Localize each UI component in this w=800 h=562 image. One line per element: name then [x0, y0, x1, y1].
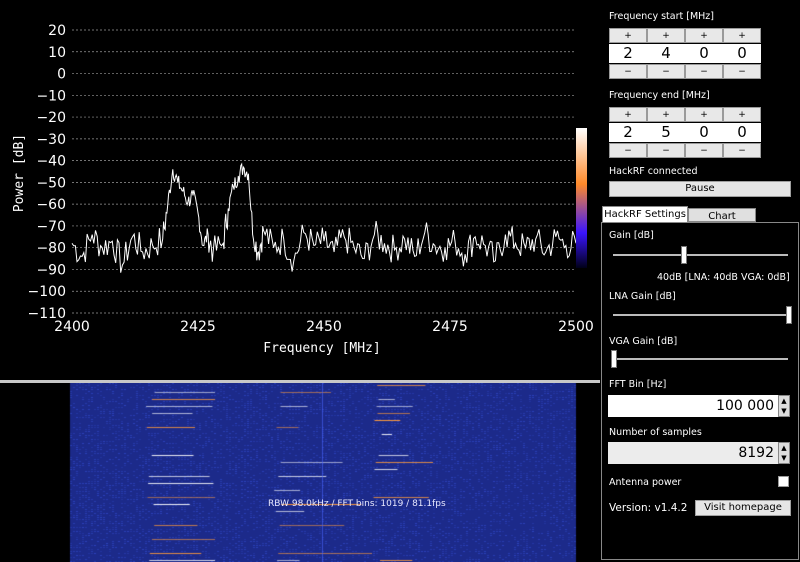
freq-start-plus-button-3[interactable]: +	[685, 28, 723, 43]
tab-chart-options[interactable]: Chart options	[688, 208, 756, 237]
y-tick-label: −30	[36, 132, 66, 148]
waterfall-display: RBW 98.0kHz / FFT bins: 1019 / 81.1fps	[0, 383, 600, 562]
lna-gain-slider[interactable]	[786, 306, 792, 324]
freq-start-minus-button-3[interactable]: −	[685, 64, 723, 79]
freq-start-plus-button-1[interactable]: +	[609, 28, 647, 43]
freq-start-label: Frequency start [MHz]	[609, 11, 714, 22]
y-tick-label: −90	[36, 262, 66, 278]
freq-start-plus-button-4[interactable]: +	[723, 28, 761, 43]
freq-end-plus-button-3[interactable]: +	[685, 107, 723, 122]
rbw-info: RBW 98.0kHz / FFT bins: 1019 / 81.1fps	[268, 499, 446, 509]
y-tick-label: −60	[36, 197, 66, 213]
freq-start-digit-3[interactable]: 0	[685, 44, 723, 63]
y-tick-label: −10	[36, 88, 66, 104]
freq-start-digit-4[interactable]: 0	[723, 44, 761, 63]
samples-label: Number of samples	[609, 427, 702, 438]
y-tick-label: −100	[28, 284, 66, 300]
freq-end-digit-2[interactable]: 5	[647, 123, 685, 142]
antenna-power-label: Antenna power	[609, 477, 682, 488]
antenna-power-checkbox[interactable]	[778, 476, 789, 487]
connection-status: HackRF connected	[609, 166, 698, 177]
freq-end-minus-button-4[interactable]: −	[723, 143, 761, 158]
freq-start-minus-button-1[interactable]: −	[609, 64, 647, 79]
freq-end-minus-button-1[interactable]: −	[609, 143, 647, 158]
y-axis-label: Power [dB]	[12, 134, 27, 212]
colorbar	[576, 128, 587, 268]
freq-start-minus-button-2[interactable]: −	[647, 64, 685, 79]
freq-start-plus-button-2[interactable]: +	[647, 28, 685, 43]
x-tick-label: 2500	[558, 319, 594, 335]
gain-label: Gain [dB]	[609, 230, 654, 241]
lna-slider-track[interactable]	[613, 314, 788, 316]
gain-slider-track[interactable]	[613, 254, 788, 256]
freq-end-digit-4[interactable]: 0	[723, 123, 761, 142]
y-tick-label: 20	[48, 23, 66, 39]
vga-gain-label: VGA Gain [dB]	[609, 336, 678, 347]
freq-end-plus-button-1[interactable]: +	[609, 107, 647, 122]
x-tick-label: 2425	[180, 319, 216, 335]
x-axis-label: Frequency [MHz]	[263, 341, 380, 356]
x-tick-label: 2400	[54, 319, 90, 335]
freq-end-digit-3[interactable]: 0	[685, 123, 723, 142]
y-tick-label: −40	[36, 154, 66, 170]
visit-homepage-button[interactable]: Visit homepage	[695, 500, 791, 516]
freq-end-plus-button-4[interactable]: +	[723, 107, 761, 122]
freq-start-digit-1[interactable]: 2	[609, 44, 647, 63]
vga-slider-track[interactable]	[613, 358, 788, 360]
gain-slider[interactable]	[681, 246, 687, 264]
samples-input[interactable]: 8192	[608, 442, 778, 464]
vga-gain-slider[interactable]	[611, 350, 617, 368]
freq-start-digit-2[interactable]: 4	[647, 44, 685, 63]
spectrum-trace	[71, 162, 577, 273]
samples-spinner[interactable]: ▲ ▼	[778, 442, 790, 464]
x-tick-label: 2450	[306, 319, 342, 335]
y-tick-label: 10	[48, 45, 66, 61]
freq-start-minus-button-4[interactable]: −	[723, 64, 761, 79]
waterfall-canvas	[0, 383, 600, 562]
y-tick-label: −80	[36, 241, 66, 257]
x-tick-label: 2475	[432, 319, 468, 335]
y-tick-label: −20	[36, 110, 66, 126]
gain-value: 40dB [LNA: 40dB VGA: 0dB]	[657, 272, 790, 283]
version-label: Version: v1.4.2	[609, 502, 688, 514]
y-tick-label: −70	[36, 219, 66, 235]
freq-end-plus-button-2[interactable]: +	[647, 107, 685, 122]
spectrum-plot: 20100−10−20−30−40−50−60−70−80−90−100−110…	[12, 23, 594, 356]
fft-bin-label: FFT Bin [Hz]	[609, 379, 667, 390]
lna-gain-label: LNA Gain [dB]	[609, 291, 676, 302]
freq-end-minus-button-2[interactable]: −	[647, 143, 685, 158]
freq-end-label: Frequency end [MHz]	[609, 90, 710, 101]
spectrum-chart: 20 10 0 −10 −20 −30 −40 −50 −60 −70 −80 −90 −100 −110…	[0, 0, 600, 380]
y-tick-label: −50	[36, 175, 66, 191]
freq-end-digit-1[interactable]: 2	[609, 123, 647, 142]
fft-bin-input[interactable]: 100 000	[608, 395, 778, 417]
freq-end-minus-button-3[interactable]: −	[685, 143, 723, 158]
fft-bin-spinner[interactable]: ▲ ▼	[778, 395, 790, 417]
y-tick-label: 0	[57, 67, 66, 83]
pause-button[interactable]: Pause	[609, 181, 791, 197]
tab-hackrf-settings[interactable]: HackRF Settings	[602, 206, 688, 223]
